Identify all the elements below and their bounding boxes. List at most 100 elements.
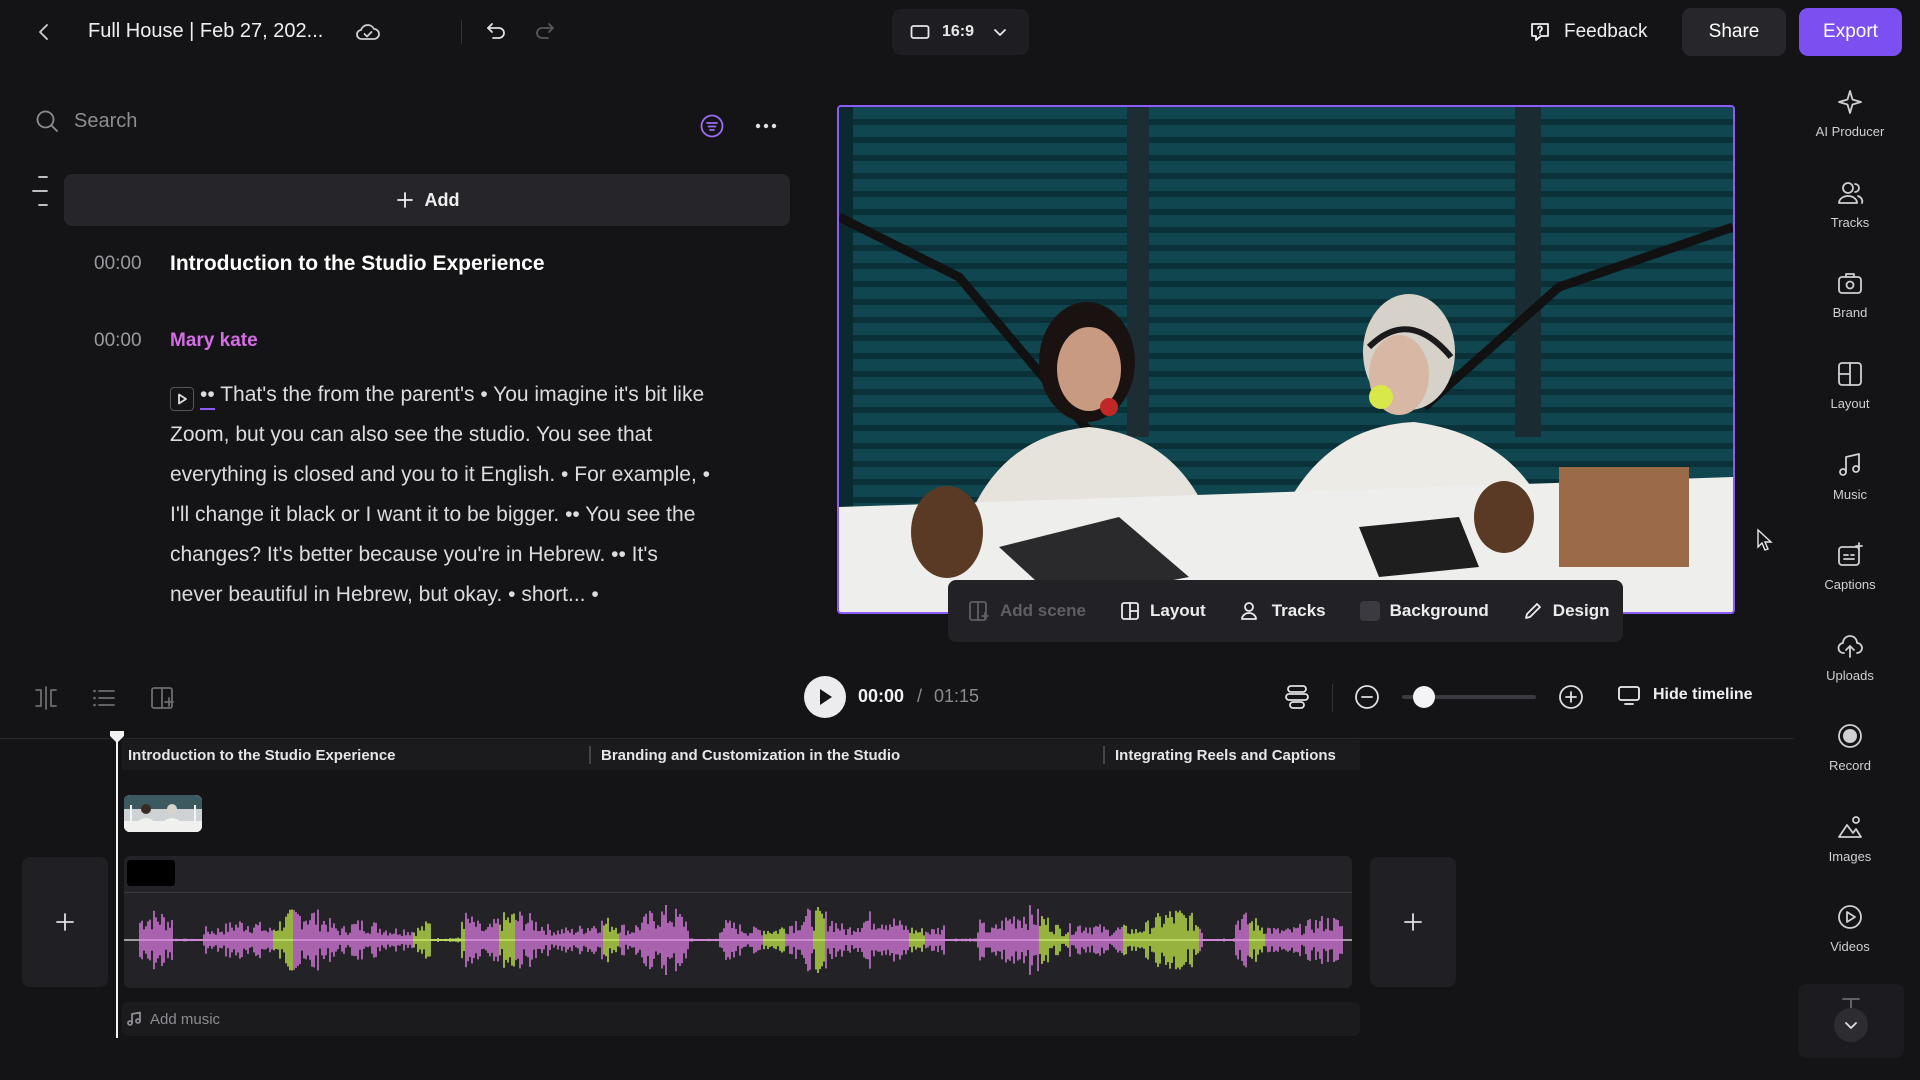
upload-cloud-icon	[1837, 635, 1863, 658]
audio-track[interactable]	[124, 856, 1352, 988]
transcript-text[interactable]: •• That's the from the parent's • You im…	[170, 375, 710, 615]
add-button[interactable]: Add	[64, 174, 790, 226]
scroll-down-button[interactable]	[1834, 1008, 1868, 1042]
aspect-ratio-select[interactable]: 16:9	[892, 9, 1029, 55]
more-options-icon[interactable]	[752, 112, 780, 140]
scene-title[interactable]: Introduction to the Studio Experience	[170, 252, 545, 276]
layout-icon	[1838, 362, 1862, 386]
undo-icon[interactable]	[480, 15, 512, 47]
add-scene-icon	[969, 601, 989, 621]
redo-icon[interactable]	[529, 15, 561, 47]
share-button[interactable]: Share	[1682, 8, 1786, 56]
drag-handle-icon[interactable]	[28, 174, 52, 208]
rail-record[interactable]: Record	[1806, 722, 1894, 773]
export-button[interactable]: Export	[1799, 8, 1902, 56]
hide-timeline-button[interactable]: Hide timeline	[1617, 684, 1753, 706]
search-input[interactable]: Search	[74, 110, 137, 133]
chevron-down-icon	[1845, 1022, 1857, 1029]
search-bar[interactable]: Search	[34, 108, 137, 134]
list-icon[interactable]	[90, 684, 118, 712]
playhead-handle-icon	[110, 731, 124, 743]
feedback-button[interactable]: Feedback	[1528, 10, 1647, 54]
background-swatch-icon	[1359, 601, 1380, 621]
timeline-scene[interactable]: Integrating Reels and Captions	[1115, 747, 1336, 764]
audio-waveform	[124, 904, 1352, 976]
scene-divider	[1103, 746, 1105, 764]
rail-brand[interactable]: Brand	[1806, 269, 1894, 320]
top-bar: Full House | Feb 27, 202... 16:9 Feedbac…	[0, 0, 1920, 64]
design-button[interactable]: Design	[1523, 601, 1610, 621]
image-icon	[1838, 816, 1862, 838]
rail-more-panel	[1798, 984, 1904, 1058]
audio-clip-label[interactable]	[127, 860, 175, 886]
divider	[1332, 684, 1333, 712]
rail-images[interactable]: Images	[1806, 813, 1894, 864]
play-button[interactable]	[804, 676, 846, 718]
panel-add-icon[interactable]	[149, 684, 177, 712]
video-frame	[839, 107, 1733, 612]
design-label: Design	[1552, 601, 1610, 620]
timeline-divider	[0, 738, 1793, 739]
add-after-button[interactable]	[1370, 857, 1456, 987]
scene-timestamp[interactable]: 00:00	[94, 253, 142, 275]
project-title[interactable]: Full House | Feb 27, 202...	[88, 20, 323, 43]
rail-uploads[interactable]: Uploads	[1806, 632, 1894, 683]
aspect-ratio-value: 16:9	[942, 23, 975, 40]
video-preview[interactable]	[837, 105, 1735, 614]
tracks-button[interactable]: Tracks	[1240, 601, 1326, 621]
captions-icon	[1838, 542, 1863, 566]
rail-label: Uploads	[1826, 668, 1874, 683]
layout-button[interactable]: Layout	[1120, 601, 1206, 621]
rail-ai-producer[interactable]: AI Producer	[1806, 88, 1894, 139]
add-music-bar[interactable]: Add music	[122, 1002, 1360, 1036]
rail-music[interactable]: Music	[1806, 451, 1894, 502]
transcript-body[interactable]: That's the from the parent's • You imagi…	[170, 383, 710, 606]
scene-divider	[589, 746, 591, 764]
add-music-label: Add music	[150, 1010, 221, 1028]
total-time: 01:15	[934, 686, 980, 706]
speaker-timestamp[interactable]: 00:00	[94, 330, 142, 352]
search-icon	[36, 110, 58, 132]
play-segment-icon[interactable]	[170, 387, 194, 411]
add-scene-button[interactable]: Add scene	[968, 600, 1086, 622]
zoom-slider[interactable]	[1402, 686, 1536, 708]
zoom-in-icon[interactable]	[1556, 682, 1586, 712]
rail-label: Record	[1829, 758, 1871, 773]
music-note-icon	[1839, 453, 1860, 476]
timeline-scene[interactable]: Branding and Customization in the Studio	[601, 747, 900, 764]
screen-icon	[910, 25, 930, 39]
playhead[interactable]	[110, 731, 124, 1038]
rail-layout[interactable]: Layout	[1806, 360, 1894, 411]
split-icon[interactable]	[32, 684, 60, 712]
captions-align-icon[interactable]	[1282, 682, 1312, 712]
time-separator: /	[917, 686, 923, 706]
rail-label: Music	[1833, 487, 1867, 502]
text-icon	[1842, 998, 1860, 1008]
scene-strip: Introduction to the Studio Experience Br…	[122, 740, 1360, 770]
users-icon	[1240, 602, 1257, 620]
speaker-name[interactable]: Mary kate	[170, 330, 258, 352]
cloud-sync-icon	[352, 16, 384, 48]
back-arrow-icon[interactable]	[28, 16, 60, 48]
add-before-button[interactable]	[22, 857, 108, 987]
zoom-out-icon[interactable]	[1352, 682, 1382, 712]
background-button[interactable]: Background	[1359, 601, 1489, 621]
layout-icon	[1121, 602, 1139, 620]
layout-label: Layout	[1149, 601, 1206, 620]
plus-icon	[1404, 913, 1422, 931]
chevron-down-icon	[994, 29, 1006, 36]
rail-captions[interactable]: Captions	[1806, 541, 1894, 592]
rail-label: Brand	[1832, 305, 1868, 320]
rail-videos[interactable]: Videos	[1806, 903, 1894, 954]
rail-tracks[interactable]: Tracks	[1806, 179, 1894, 230]
filter-icon[interactable]	[698, 112, 726, 140]
timeline-scene[interactable]: Introduction to the Studio Experience	[128, 747, 396, 764]
record-icon	[1838, 724, 1862, 748]
pause-marker[interactable]: ••	[200, 383, 215, 410]
zoom-slider-knob[interactable]	[1413, 686, 1436, 708]
feedback-icon	[1531, 23, 1549, 41]
rail-label: Captions	[1824, 577, 1876, 592]
rail-label: Videos	[1830, 939, 1870, 954]
video-clip-thumbnail[interactable]	[124, 795, 202, 832]
feedback-label: Feedback	[1564, 21, 1648, 42]
